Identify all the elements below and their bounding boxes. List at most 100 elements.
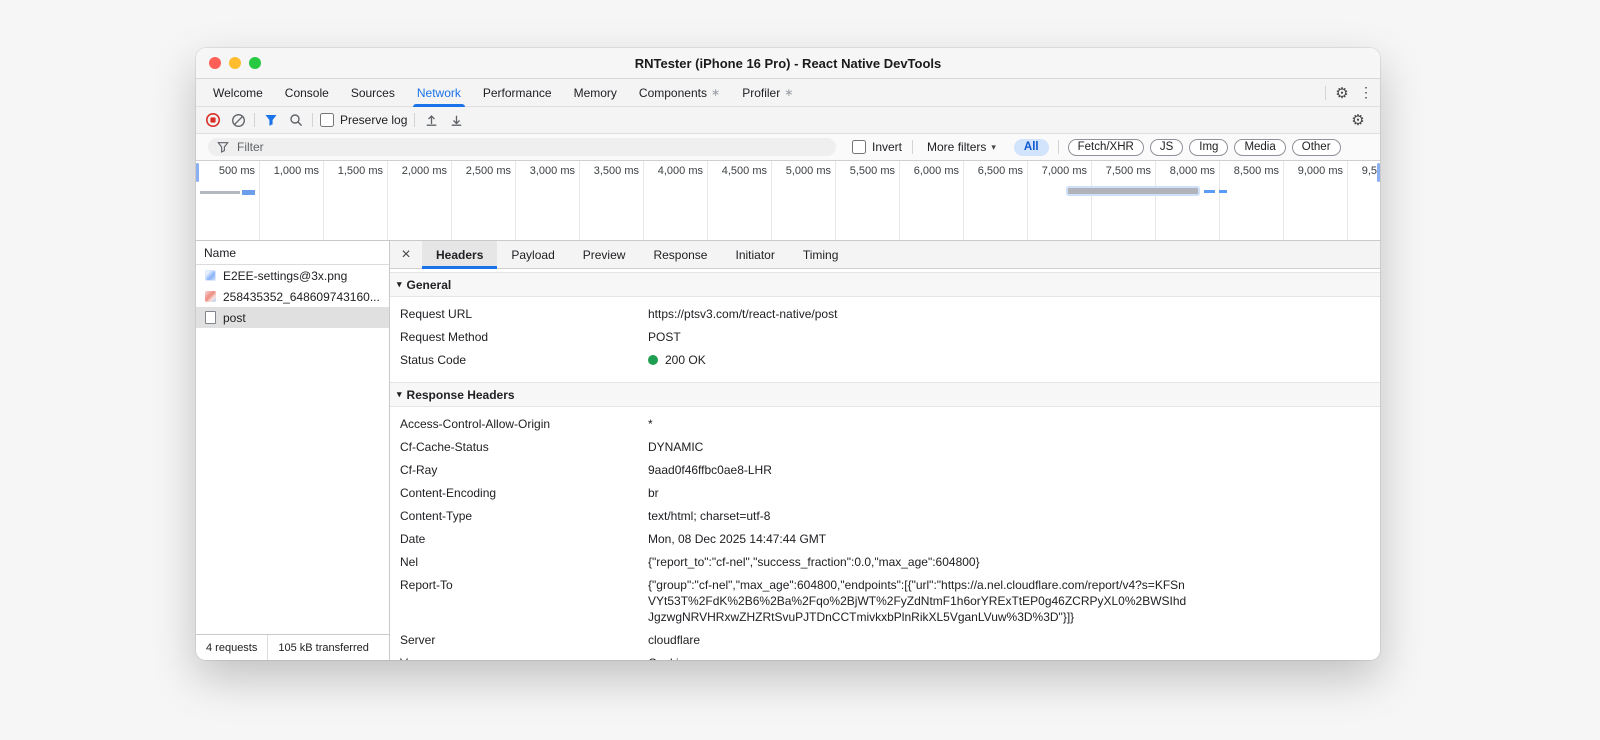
request-row-post[interactable]: post xyxy=(196,307,389,328)
filter-input-container[interactable] xyxy=(208,138,836,156)
filter-pill-funnel-icon xyxy=(217,142,229,153)
transferred-size: 105 kB transferred xyxy=(278,641,369,654)
response-headers-section-header[interactable]: ▾ Response Headers xyxy=(390,382,1380,407)
divider xyxy=(414,113,416,127)
header-row-report-to: Report-To {"group":"cf-nel","max_age":604… xyxy=(390,574,1380,629)
waterfall-bar-early-blue xyxy=(242,190,255,195)
tab-profiler[interactable]: Profiler ∗ xyxy=(731,79,804,106)
tab-components[interactable]: Components ∗ xyxy=(628,79,731,106)
headers-panel: ▾ General Request URL https://ptsv3.com/t… xyxy=(390,269,1380,660)
waterfall-bar-early-gray xyxy=(200,191,240,194)
title-bar: RNTester (iPhone 16 Pro) - React Native … xyxy=(196,48,1380,79)
tab-label: Performance xyxy=(482,85,552,100)
filter-chip-js[interactable]: JS xyxy=(1149,138,1184,156)
request-detail-pane: × Headers Payload Preview Response Initiator… xyxy=(390,241,1380,660)
timeline-tick-label: 2,000 ms xyxy=(388,161,452,240)
filter-chip-media[interactable]: Media xyxy=(1234,138,1286,156)
close-icon[interactable]: × xyxy=(390,241,422,268)
invert-checkbox[interactable] xyxy=(852,140,866,154)
request-row-258435352-648609743160[interactable]: 258435352_648609743160... xyxy=(196,286,389,307)
document-icon xyxy=(205,311,216,324)
header-row-request-method: Request Method POST xyxy=(390,326,1380,349)
disclosure-triangle-icon: ▾ xyxy=(397,279,402,289)
timeline-tick-label: 4,000 ms xyxy=(644,161,708,240)
timeline-tick-label: 8,500 ms xyxy=(1220,161,1284,240)
header-name: Status Code xyxy=(400,353,467,367)
header-row-content-encoding: Content-Encoding br xyxy=(390,482,1380,505)
header-name: Server xyxy=(400,633,436,647)
timeline-tick-label: 3,000 ms xyxy=(516,161,580,240)
detail-tab-payload[interactable]: Payload xyxy=(497,241,568,268)
header-name: Content-Type xyxy=(400,509,473,523)
general-section-header[interactable]: ▾ General xyxy=(390,272,1380,297)
more-filters-dropdown[interactable]: More filters ▾ xyxy=(923,140,1000,154)
detail-tab-timing[interactable]: Timing xyxy=(789,241,853,268)
header-row-vary: VaryCookie xyxy=(390,652,1380,660)
header-row-server: Server cloudflare xyxy=(390,629,1380,652)
header-row-nel: Nel {"report_to":"cf-nel","success_fracti… xyxy=(390,551,1380,574)
filter-chip-other[interactable]: Other xyxy=(1291,138,1341,156)
preserve-log-label: Preserve log xyxy=(340,113,408,127)
general-section-title: General xyxy=(406,277,452,292)
preserve-log-toggle[interactable]: Preserve log xyxy=(320,113,407,127)
header-row-request-url: Request URL https://ptsv3.com/t/react-nat… xyxy=(390,303,1380,326)
divider xyxy=(312,113,313,127)
header-name: Nel xyxy=(400,555,419,569)
waterfall-dash-2 xyxy=(1219,190,1227,193)
window-controls xyxy=(209,57,261,69)
window-title: RNTester (iPhone 16 Pro) - React Native … xyxy=(634,55,942,71)
header-value: Cookie xyxy=(648,655,685,660)
filter-input[interactable] xyxy=(235,139,827,155)
name-column-header[interactable]: Name xyxy=(196,241,389,265)
tab-console[interactable]: Console xyxy=(274,79,340,106)
header-name: Cf-Ray xyxy=(400,463,438,477)
header-name: Vary xyxy=(400,655,648,660)
zoom-window-button[interactable] xyxy=(249,57,261,69)
filter-chip-img[interactable]: Img xyxy=(1189,138,1229,156)
detail-tab-initiator[interactable]: Initiator xyxy=(721,241,788,268)
overview-left-handle[interactable] xyxy=(196,163,199,182)
tab-performance[interactable]: Performance xyxy=(472,79,563,106)
settings-gear-icon[interactable]: ⚙ xyxy=(1330,82,1354,104)
header-value: DYNAMIC xyxy=(648,440,704,454)
tab-network[interactable]: Network xyxy=(406,79,472,107)
minimize-window-button[interactable] xyxy=(229,57,241,69)
request-row-e2ee-settings-3x-png[interactable]: E2EE-settings@3x.png xyxy=(196,265,389,286)
network-settings-gear-icon[interactable]: ⚙ xyxy=(1346,109,1370,131)
clear-network-log-button[interactable] xyxy=(229,111,247,129)
timeline-tick-label: 9,500 ms xyxy=(1348,161,1380,240)
invert-filter-toggle[interactable]: Invert xyxy=(852,140,902,154)
more-menu-icon[interactable]: ⋮ xyxy=(1358,82,1374,104)
network-main-area: Name E2EE-settings@3x.png 258435352_64860… xyxy=(196,241,1380,660)
tab-welcome[interactable]: Welcome xyxy=(202,79,274,106)
header-name: Report-To xyxy=(400,578,453,592)
tab-label: Memory xyxy=(573,85,617,100)
record-network-log-button[interactable] xyxy=(204,111,222,129)
search-icon[interactable] xyxy=(287,111,305,129)
preserve-log-checkbox[interactable] xyxy=(320,113,334,127)
close-window-button[interactable] xyxy=(209,57,221,69)
detail-tab-response[interactable]: Response xyxy=(639,241,721,268)
network-summary-bar: 4 requests 105 kB transferred xyxy=(196,634,389,660)
detail-tab-headers[interactable]: Headers xyxy=(422,241,498,269)
filter-chip-fetch-xhr[interactable]: Fetch/XHR xyxy=(1067,138,1144,156)
tab-memory[interactable]: Memory xyxy=(563,79,628,106)
tab-label: Components xyxy=(638,85,707,100)
export-har-icon[interactable] xyxy=(447,111,465,129)
tab-label: Network xyxy=(416,85,461,100)
header-value: 9aad0f46ffbc0ae8-LHR xyxy=(648,463,772,477)
overview-right-handle[interactable] xyxy=(1377,163,1380,182)
invert-label: Invert xyxy=(872,140,903,154)
filter-funnel-icon[interactable] xyxy=(262,111,280,129)
filter-chip-all[interactable]: All xyxy=(1013,138,1049,156)
request-name: post xyxy=(223,310,246,325)
import-har-icon[interactable] xyxy=(422,111,440,129)
request-list-panel: Name E2EE-settings@3x.png 258435352_64860… xyxy=(196,241,390,660)
tab-bar-actions: ⚙ ⋮ xyxy=(1325,79,1380,106)
waterfall-bar-post-request xyxy=(1068,188,1198,194)
timeline-tick-label: 5,000 ms xyxy=(772,161,836,240)
tab-sources[interactable]: Sources xyxy=(340,79,406,106)
detail-tab-preview[interactable]: Preview xyxy=(569,241,640,268)
network-overview-timeline[interactable]: 500 ms 1,000 ms 1,500 ms 2,000 ms 2,500 ms 3,… xyxy=(196,161,1380,241)
header-value: POST xyxy=(648,330,681,344)
